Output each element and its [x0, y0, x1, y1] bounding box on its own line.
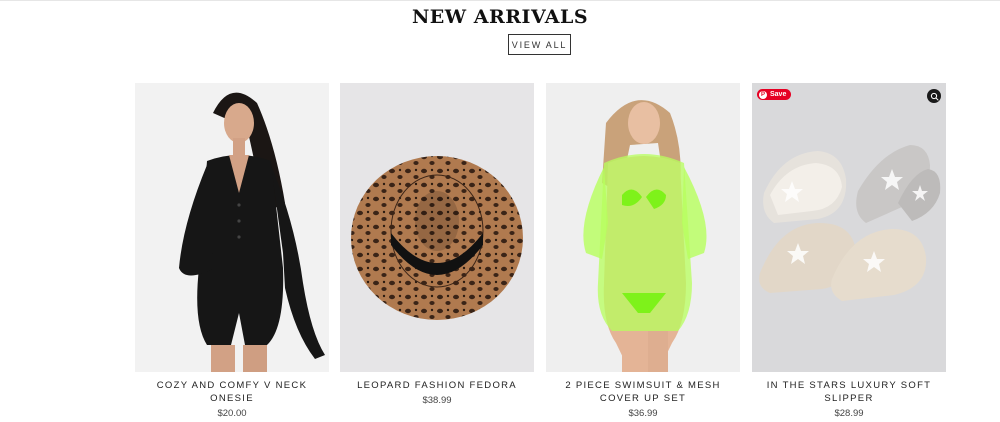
product-price: $28.99 [834, 408, 864, 419]
onesie-model-image [135, 83, 329, 372]
section-title: NEW ARRIVALS [411, 6, 589, 28]
star-slippers-image [752, 83, 946, 372]
product-card[interactable]: 2 PIECE SWIMSUIT & MESH COVER UP SET $36… [546, 83, 740, 419]
product-price: $20.00 [217, 408, 247, 419]
product-card[interactable]: COZY AND COMFY V NECK ONESIE $20.00 [135, 83, 329, 419]
product-image-swimsuit[interactable] [546, 83, 740, 372]
product-price: $36.99 [628, 408, 658, 419]
magnifier-icon [930, 92, 939, 101]
pinterest-save-button[interactable]: P Save [757, 89, 792, 100]
view-all-button[interactable]: VIEW ALL [508, 34, 571, 55]
product-image-fedora[interactable] [340, 83, 534, 372]
product-grid: COZY AND COMFY V NECK ONESIE $20.00 LEOP… [135, 83, 946, 422]
product-name[interactable]: LEOPARD FASHION FEDORA [340, 379, 534, 392]
product-card[interactable]: LEOPARD FASHION FEDORA $38.99 [340, 83, 534, 406]
product-card[interactable]: P Save IN THE STARS LUXURY SOFT SLIPPER … [752, 83, 946, 419]
product-name[interactable]: COZY AND COMFY V NECK ONESIE [135, 379, 329, 405]
save-label: Save [770, 91, 787, 98]
product-name[interactable]: IN THE STARS LUXURY SOFT SLIPPER [752, 379, 946, 405]
new-arrivals-section: NEW ARRIVALS VIEW ALL COZY AND COMFY V N… [0, 0, 1000, 422]
product-image-slippers[interactable]: P Save [752, 83, 946, 372]
top-divider [0, 0, 1000, 1]
leopard-fedora-image [340, 83, 534, 372]
pinterest-icon: P [759, 90, 767, 99]
zoom-lens-icon[interactable] [927, 89, 941, 103]
swimsuit-model-image [546, 83, 740, 372]
product-price: $38.99 [422, 395, 452, 406]
product-image-onesie[interactable] [135, 83, 329, 372]
product-name[interactable]: 2 PIECE SWIMSUIT & MESH COVER UP SET [546, 379, 740, 405]
